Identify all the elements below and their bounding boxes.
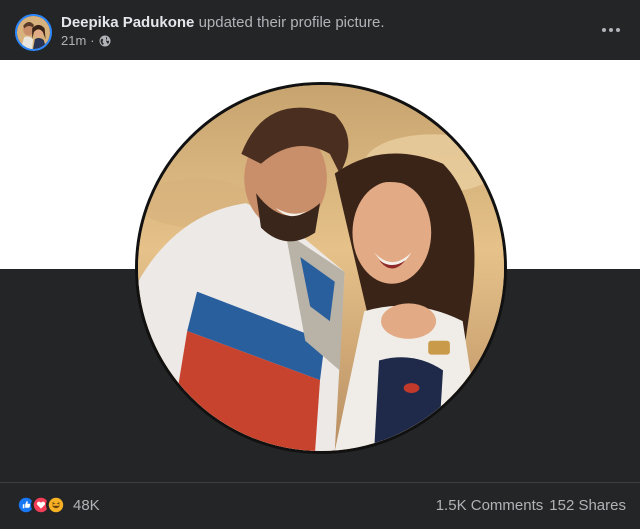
comments-count-link[interactable]: 1.5K Comments <box>436 497 544 514</box>
feed-post: Deepika Padukone updated their profile p… <box>0 0 640 529</box>
author-avatar[interactable] <box>15 14 52 51</box>
footer-divider <box>0 482 640 483</box>
post-meta: 21m · <box>61 33 111 48</box>
post-footer: 48K 1.5K Comments 152 Shares <box>0 482 640 529</box>
post-time[interactable]: 21m <box>61 33 86 48</box>
post-title: Deepika Padukone updated their profile p… <box>61 14 385 31</box>
globe-icon[interactable] <box>99 35 111 47</box>
more-options-dot-icon <box>609 28 613 32</box>
profile-picture-image <box>138 85 504 451</box>
reactions-summary[interactable]: 48K <box>16 495 100 515</box>
haha-icon <box>46 495 66 515</box>
post-header: Deepika Padukone updated their profile p… <box>0 0 640 60</box>
post-action-text: updated their profile picture. <box>198 14 385 31</box>
shares-count-link[interactable]: 152 Shares <box>549 497 626 514</box>
more-options-button[interactable] <box>596 18 626 42</box>
reaction-count[interactable]: 48K <box>73 497 100 514</box>
more-options-dot-icon <box>602 28 606 32</box>
more-options-dot-icon <box>616 28 620 32</box>
author-name[interactable]: Deepika Padukone <box>61 14 194 31</box>
engagement-stats: 1.5K Comments 152 Shares <box>436 497 626 514</box>
meta-separator: · <box>90 33 95 48</box>
avatar-photo-icon <box>17 16 50 49</box>
profile-picture-area[interactable] <box>0 60 640 482</box>
profile-picture[interactable] <box>135 82 507 454</box>
